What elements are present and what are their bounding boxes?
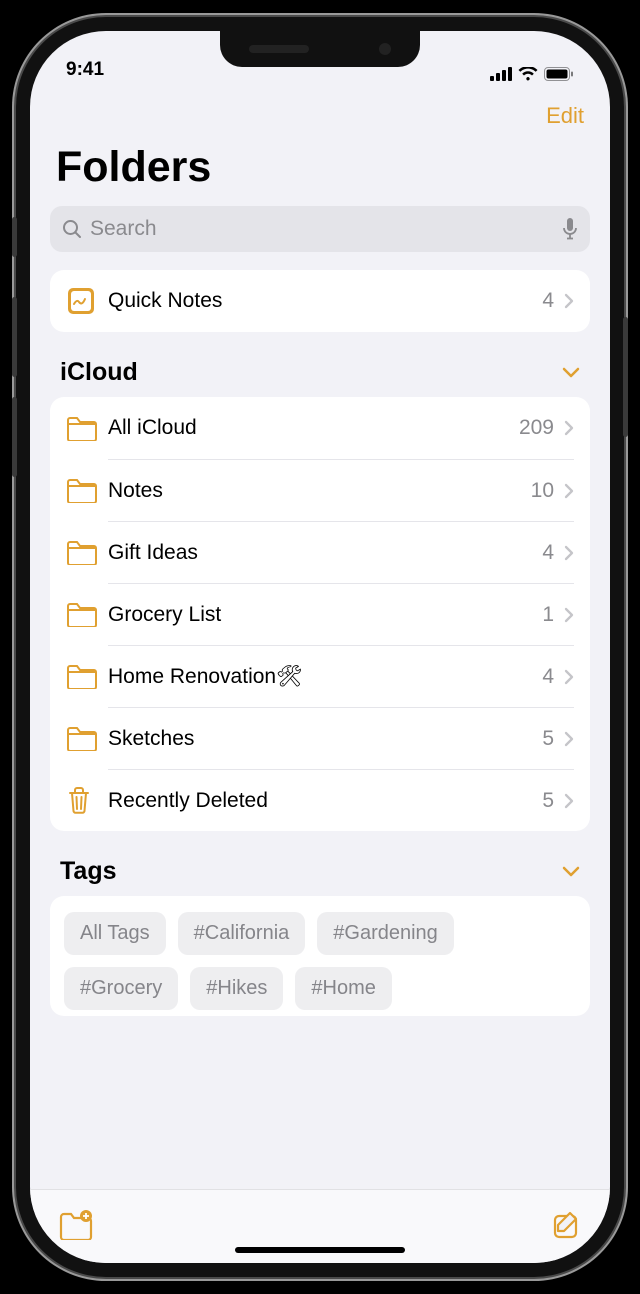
row-label: Gift Ideas — [108, 541, 542, 565]
trash-icon — [66, 785, 92, 815]
folder-row[interactable]: Home Renovation🛠4 — [50, 645, 590, 707]
row-label: Notes — [108, 479, 531, 503]
chevron-right-icon — [564, 731, 574, 747]
row-label: Sketches — [108, 727, 542, 751]
folder-icon — [66, 415, 98, 441]
folder-icon — [66, 539, 98, 565]
chevron-right-icon — [564, 293, 574, 309]
tag-chip[interactable]: #California — [178, 912, 306, 955]
row-count: 4 — [542, 289, 554, 313]
chevron-down-icon[interactable] — [562, 367, 580, 379]
folder-row[interactable]: Notes10 — [50, 459, 590, 521]
folder-icon — [66, 725, 98, 751]
wifi-icon — [518, 67, 538, 81]
section-header-tags[interactable]: Tags — [50, 831, 590, 896]
row-count: 1 — [542, 603, 554, 627]
mic-icon[interactable] — [562, 218, 578, 240]
compose-button[interactable] — [552, 1210, 582, 1240]
chevron-right-icon — [564, 669, 574, 685]
folder-row[interactable]: Sketches5 — [50, 707, 590, 769]
new-folder-button[interactable] — [58, 1210, 94, 1240]
folder-row[interactable]: Recently Deleted5 — [50, 769, 590, 831]
tag-chip[interactable]: #Gardening — [317, 912, 454, 955]
tags-container: All Tags #California #Gardening #Grocery #Hi… — [50, 896, 590, 1016]
row-count: 4 — [542, 665, 554, 689]
row-label: Quick Notes — [108, 289, 542, 313]
row-count: 5 — [542, 727, 554, 751]
section-title: Tags — [60, 857, 117, 886]
chevron-right-icon — [564, 607, 574, 623]
tag-chip[interactable]: #Grocery — [64, 967, 178, 1010]
folder-row[interactable]: All iCloud209 — [50, 397, 590, 459]
row-label: Grocery List — [108, 603, 542, 627]
chevron-right-icon — [564, 483, 574, 499]
page-title: Folders — [30, 133, 610, 200]
tag-chip[interactable]: #Hikes — [190, 967, 283, 1010]
search-placeholder: Search — [90, 217, 562, 241]
folder-row[interactable]: Grocery List1 — [50, 583, 590, 645]
row-count: 209 — [519, 416, 554, 440]
status-time: 9:41 — [66, 59, 104, 81]
tag-chip[interactable]: #Home — [295, 967, 391, 1010]
home-indicator[interactable] — [235, 1247, 405, 1253]
folder-icon — [66, 477, 98, 503]
chevron-right-icon — [564, 420, 574, 436]
cellular-icon — [490, 67, 512, 81]
row-count: 10 — [531, 479, 554, 503]
row-count: 5 — [542, 789, 554, 813]
folder-icon — [66, 601, 98, 627]
battery-icon — [544, 67, 574, 81]
section-header-icloud[interactable]: iCloud — [50, 332, 590, 397]
row-label: All iCloud — [108, 416, 519, 440]
quick-note-icon — [66, 286, 96, 316]
chevron-right-icon — [564, 545, 574, 561]
row-label: Home Renovation🛠 — [108, 665, 542, 689]
search-icon — [62, 219, 82, 239]
search-input[interactable]: Search — [50, 206, 590, 252]
row-label: Recently Deleted — [108, 789, 542, 813]
folder-quick-notes[interactable]: Quick Notes 4 — [50, 270, 590, 332]
folder-row[interactable]: Gift Ideas4 — [50, 521, 590, 583]
folder-icon — [66, 663, 98, 689]
chevron-right-icon — [564, 793, 574, 809]
status-icons — [490, 67, 574, 81]
edit-button[interactable]: Edit — [546, 103, 584, 129]
section-title: iCloud — [60, 358, 138, 387]
row-count: 4 — [542, 541, 554, 565]
chevron-down-icon[interactable] — [562, 866, 580, 878]
tag-chip[interactable]: All Tags — [64, 912, 166, 955]
